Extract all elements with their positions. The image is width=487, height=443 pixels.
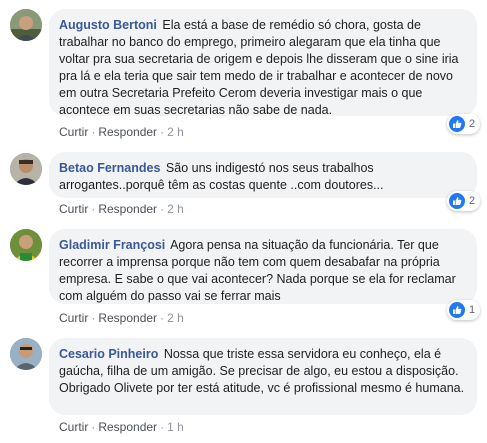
comment-text: Ela está a base de remédio só chora, gos…	[59, 18, 459, 117]
separator: ·	[91, 202, 96, 216]
reaction-summary[interactable]: 1	[447, 300, 481, 320]
comment-bubble: Gladimir Françosi Agora pensa na situaçã…	[49, 229, 477, 304]
like-link[interactable]: Curtir	[59, 202, 88, 216]
avatar[interactable]	[10, 338, 42, 370]
avatar[interactable]	[10, 9, 42, 41]
author-name[interactable]: Betao Fernandes	[59, 161, 160, 175]
timestamp[interactable]: 2 h	[167, 311, 184, 325]
author-name[interactable]: Cesario Pinheiro	[59, 347, 158, 361]
reaction-summary[interactable]: 2	[447, 114, 481, 134]
comment-actions: Curtir · Responder · 1 h	[59, 420, 184, 434]
like-link[interactable]: Curtir	[59, 311, 88, 325]
like-icon	[449, 193, 465, 209]
separator: ·	[91, 125, 96, 139]
timestamp[interactable]: 2 h	[167, 202, 184, 216]
comment-actions: Curtir · Responder · 2 h	[59, 125, 184, 139]
author-name[interactable]: Gladimir Françosi	[59, 238, 165, 252]
separator: ·	[160, 311, 165, 325]
timestamp[interactable]: 1 h	[167, 420, 184, 434]
like-icon	[449, 302, 465, 318]
separator: ·	[160, 202, 165, 216]
reply-link[interactable]: Responder	[98, 311, 157, 325]
reply-link[interactable]: Responder	[98, 125, 157, 139]
reaction-count: 2	[469, 195, 476, 207]
like-link[interactable]: Curtir	[59, 420, 88, 434]
separator: ·	[160, 125, 165, 139]
reaction-summary[interactable]: 2	[447, 191, 481, 211]
reply-link[interactable]: Responder	[98, 420, 157, 434]
comment-bubble: Betao Fernandes São uns indigestó nos se…	[49, 152, 477, 198]
reply-link[interactable]: Responder	[98, 202, 157, 216]
comment-actions: Curtir · Responder · 2 h	[59, 311, 184, 325]
reaction-count: 2	[469, 118, 476, 130]
timestamp[interactable]: 2 h	[167, 125, 184, 139]
like-link[interactable]: Curtir	[59, 125, 88, 139]
comment-bubble: Cesario Pinheiro Nossa que triste essa s…	[49, 338, 477, 415]
avatar[interactable]	[10, 153, 42, 185]
comment-actions: Curtir · Responder · 2 h	[59, 202, 184, 216]
avatar[interactable]	[10, 229, 42, 261]
separator: ·	[91, 311, 96, 325]
comment-bubble: Augusto Bertoni Ela está a base de reméd…	[49, 9, 477, 117]
author-name[interactable]: Augusto Bertoni	[59, 18, 157, 32]
separator: ·	[160, 420, 165, 434]
reaction-count: 1	[469, 304, 476, 316]
like-icon	[449, 116, 465, 132]
separator: ·	[91, 420, 96, 434]
